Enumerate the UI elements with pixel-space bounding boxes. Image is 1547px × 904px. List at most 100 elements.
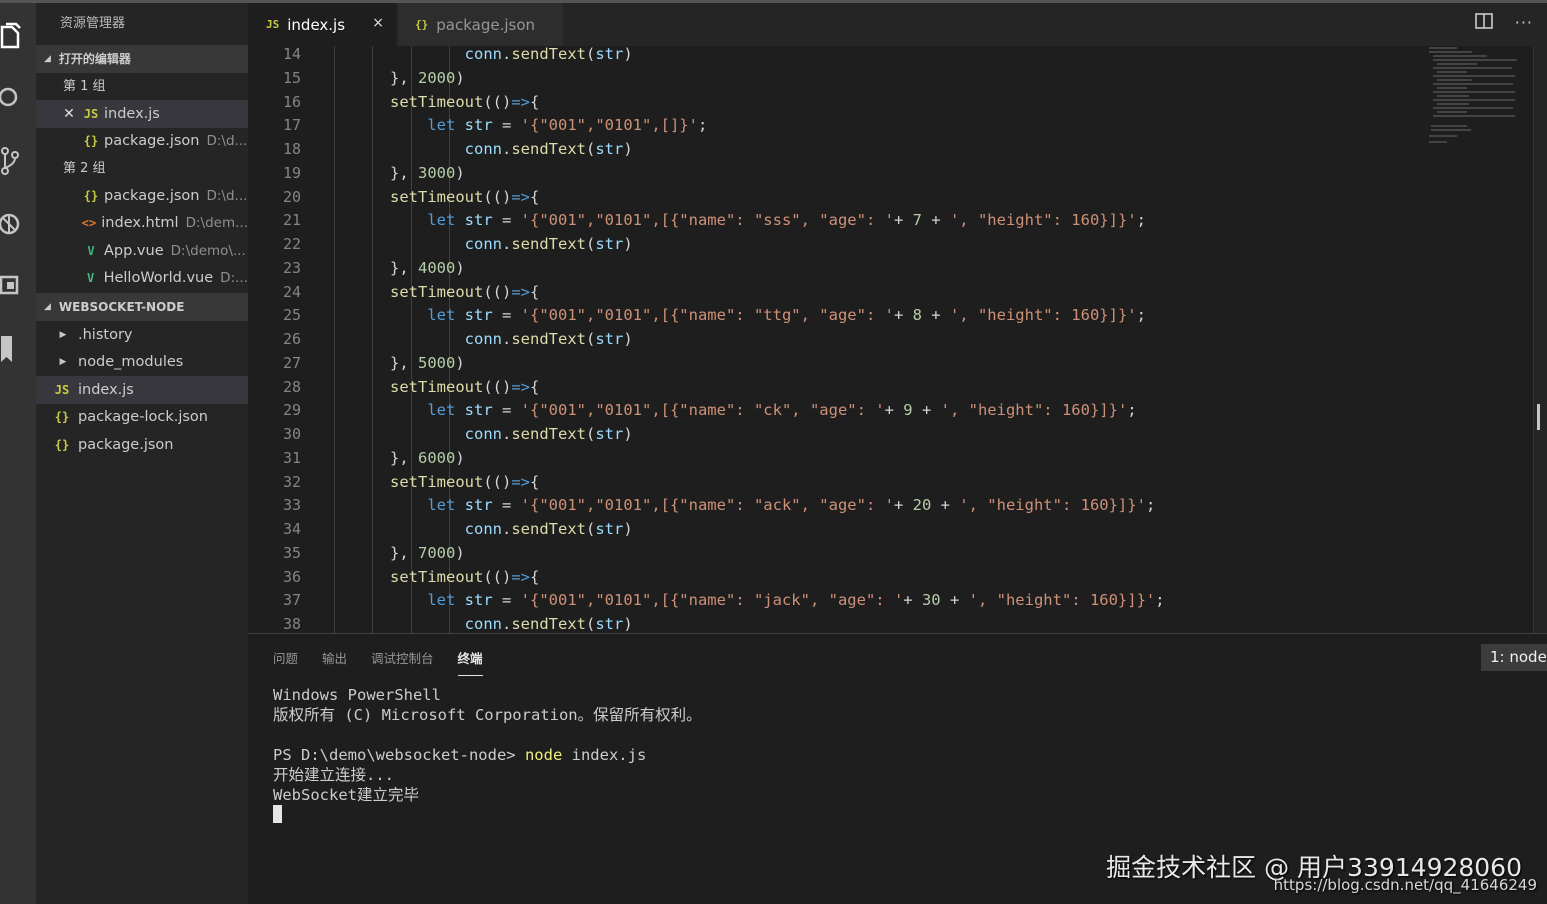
folder-item[interactable]: ▶ node_modules bbox=[36, 349, 248, 377]
source-control-icon[interactable] bbox=[0, 146, 22, 176]
line-number: 16 bbox=[282, 92, 301, 111]
tab-problems[interactable]: 问题 bbox=[273, 648, 298, 676]
collapse-triangle-icon[interactable]: ◢ bbox=[44, 293, 51, 321]
open-editor-item[interactable]: ✕ V HelloWorld.vue D:... bbox=[36, 265, 248, 293]
json-file-icon: {} bbox=[83, 134, 99, 149]
editor-scrollbar[interactable] bbox=[1533, 46, 1547, 633]
more-actions-icon[interactable]: ··· bbox=[1515, 13, 1533, 33]
code-line: setTimeout(()=>{ bbox=[390, 567, 540, 586]
json-file-icon: {} bbox=[415, 18, 429, 31]
explorer-icon[interactable] bbox=[0, 21, 22, 51]
line-number: 24 bbox=[282, 282, 301, 301]
folder-name: .history bbox=[78, 326, 133, 343]
line-number: 26 bbox=[282, 330, 301, 348]
sidebar-title: 资源管理器 bbox=[60, 16, 126, 31]
terminal-line: 版权所有 (C) Microsoft Corporation。保留所有权利。 bbox=[273, 706, 702, 724]
terminal-command: node bbox=[524, 746, 563, 764]
split-editor-icon[interactable] bbox=[1474, 13, 1493, 33]
file-path: D:... bbox=[220, 270, 248, 287]
code-line: setTimeout(()=>{ bbox=[390, 92, 540, 111]
close-icon-hidden: ✕ bbox=[58, 188, 80, 204]
tab-output[interactable]: 输出 bbox=[322, 648, 347, 676]
file-item[interactable]: {} package-lock.json bbox=[36, 404, 248, 432]
scroll-position-marker bbox=[1537, 404, 1543, 430]
terminal-line: WebSocket建立完毕 bbox=[273, 786, 419, 804]
file-item[interactable]: JS index.js bbox=[36, 376, 248, 404]
code-line: let str = '{"001","0101",[{"name": "ttg"… bbox=[427, 306, 1146, 325]
tab-terminal[interactable]: 终端 bbox=[457, 648, 483, 676]
explorer-sidebar: 资源管理器 ◢ 打开的编辑器 第 1 组 ✕ JS index.js ✕ {} … bbox=[36, 0, 248, 904]
terminal-output[interactable]: Windows PowerShell 版权所有 (C) Microsoft Co… bbox=[273, 685, 702, 825]
line-number: 21 bbox=[282, 211, 301, 230]
debug-icon[interactable] bbox=[0, 209, 22, 239]
code-line: }, 2000) bbox=[334, 68, 465, 87]
javascript-file-icon: JS bbox=[266, 18, 280, 31]
code-line: setTimeout(()=>{ bbox=[390, 282, 540, 301]
open-editor-item[interactable]: ✕ <> index.html D:\dem... bbox=[36, 210, 248, 238]
line-number: 28 bbox=[282, 377, 301, 396]
open-editors-label: 打开的编辑器 bbox=[58, 52, 131, 66]
line-number: 34 bbox=[282, 520, 301, 538]
file-path: D:\d... bbox=[206, 133, 248, 150]
terminal-args: index.js bbox=[562, 746, 647, 764]
code-editor[interactable]: 14 conn.sendText(str) 15 }, 2000) 16 set… bbox=[248, 46, 1547, 633]
file-path: D:\demo\... bbox=[170, 242, 246, 259]
file-name: package.json bbox=[104, 187, 200, 204]
line-number: 22 bbox=[282, 235, 301, 253]
code-line: let str = '{"001","0101",[{"name": "jack… bbox=[427, 591, 1165, 610]
folder-item[interactable]: ▶ .history bbox=[36, 321, 248, 349]
folder-name: node_modules bbox=[78, 354, 184, 371]
terminal-select[interactable]: 1: node bbox=[1481, 644, 1547, 671]
file-path: D:\d... bbox=[206, 187, 248, 204]
line-number: 15 bbox=[282, 68, 301, 87]
file-item[interactable]: {} package.json bbox=[36, 431, 248, 459]
file-name: HelloWorld.vue bbox=[103, 270, 214, 287]
line-number: 38 bbox=[282, 615, 301, 633]
terminal-prompt: PS D:\demo\websocket-node> bbox=[273, 746, 525, 764]
code-line: let str = '{"001","0101",[{"name": "ack"… bbox=[427, 496, 1156, 515]
line-number: 30 bbox=[282, 425, 301, 443]
line-number: 23 bbox=[282, 258, 301, 277]
minimap[interactable] bbox=[1427, 46, 1527, 156]
tab-label: package.json bbox=[436, 15, 536, 34]
open-editors-section[interactable]: ◢ 打开的编辑器 bbox=[36, 45, 248, 73]
code-line: conn.sendText(str) bbox=[464, 615, 633, 633]
line-number: 29 bbox=[282, 401, 301, 420]
file-name: package.json bbox=[104, 133, 200, 150]
open-editor-item[interactable]: ✕ JS index.js bbox=[36, 100, 248, 128]
watermark-url: https://blog.csdn.net/qq_41646249 bbox=[1273, 876, 1537, 894]
file-name: package.json bbox=[78, 436, 174, 453]
code-line: }, 5000) bbox=[334, 353, 465, 372]
tab-debug-console[interactable]: 调试控制台 bbox=[371, 648, 434, 676]
open-editor-item[interactable]: ✕ {} package.json D:\d... bbox=[36, 128, 248, 156]
line-number: 14 bbox=[282, 46, 301, 63]
file-name: package-lock.json bbox=[78, 409, 208, 426]
editor-group-label: 第 2 组 bbox=[63, 161, 106, 176]
project-section[interactable]: ◢ WEBSOCKET-NODE bbox=[36, 293, 248, 321]
code-line: let str = '{"001","0101",[{"name": "ck",… bbox=[427, 401, 1137, 420]
code-line: }, 6000) bbox=[334, 448, 465, 467]
panel-tabs: 问题 输出 调试控制台 终端 bbox=[273, 648, 483, 676]
code-line: conn.sendText(str) bbox=[464, 425, 633, 443]
close-icon[interactable]: ✕ bbox=[58, 106, 80, 122]
line-number: 33 bbox=[282, 496, 301, 515]
open-editor-item[interactable]: ✕ {} package.json D:\d... bbox=[36, 182, 248, 210]
collapse-triangle-icon[interactable]: ◢ bbox=[44, 45, 51, 73]
code-line: }, 4000) bbox=[334, 258, 465, 277]
code-line: conn.sendText(str) bbox=[464, 46, 633, 63]
tab-package-json[interactable]: {} package.json bbox=[398, 3, 563, 46]
search-icon[interactable] bbox=[0, 83, 22, 113]
code-line: conn.sendText(str) bbox=[464, 330, 633, 348]
json-file-icon: {} bbox=[83, 188, 99, 203]
code-line: let str = '{"001","0101",[]}'; bbox=[427, 116, 708, 135]
chevron-right-icon: ▶ bbox=[59, 357, 67, 368]
bookmark-icon[interactable] bbox=[0, 333, 22, 363]
line-number: 18 bbox=[282, 140, 301, 158]
open-editor-item[interactable]: ✕ V App.vue D:\demo\... bbox=[36, 237, 248, 265]
line-number: 35 bbox=[282, 543, 301, 562]
extensions-icon[interactable] bbox=[0, 271, 22, 301]
line-number: 25 bbox=[282, 306, 301, 325]
tab-index-js[interactable]: JS index.js × bbox=[248, 3, 396, 46]
close-icon[interactable]: × bbox=[372, 15, 384, 31]
code-line: }, 3000) bbox=[334, 163, 465, 182]
